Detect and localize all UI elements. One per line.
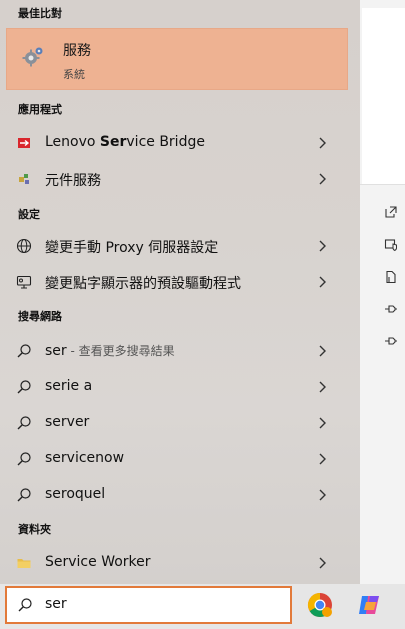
section-apps: 應用程式 [18, 103, 62, 116]
chevron-right-icon[interactable] [316, 135, 330, 151]
run-as-admin-icon[interactable] [384, 238, 398, 252]
search-icon [17, 597, 33, 613]
pin-to-taskbar-icon[interactable] [384, 334, 398, 348]
copilot-icon[interactable] [354, 590, 384, 620]
braille-display-icon [16, 274, 32, 290]
lenovo-icon [16, 135, 32, 151]
section-settings: 設定 [18, 208, 40, 221]
web-result-serie-a[interactable]: serie a [6, 371, 348, 403]
search-icon [16, 487, 32, 503]
app-label: 元件服務 [45, 173, 101, 189]
web-label: seroquel [45, 486, 106, 502]
setting-label: 變更手動 Proxy 伺服器設定 [45, 240, 219, 256]
search-icon [16, 379, 32, 395]
web-label: servicenow [45, 450, 125, 466]
chevron-right-icon[interactable] [316, 343, 330, 359]
chrome-icon[interactable] [305, 590, 335, 620]
best-match-subtitle: 系統 [63, 68, 85, 81]
app-label: Lenovo Service Bridge [45, 134, 205, 150]
chevron-right-icon[interactable] [316, 238, 330, 254]
web-label: serie a [45, 378, 93, 394]
search-icon [16, 415, 32, 431]
folder-icon [16, 555, 32, 571]
web-result-server[interactable]: server [6, 407, 348, 439]
chevron-right-icon[interactable] [316, 555, 330, 571]
open-icon[interactable] [384, 205, 398, 219]
divider [360, 184, 405, 185]
gear-services-icon [21, 45, 45, 69]
app-component-services[interactable]: 元件服務 [6, 163, 348, 195]
best-match-title: 服務 [63, 43, 91, 59]
chevron-right-icon[interactable] [316, 451, 330, 467]
web-result-servicenow[interactable]: servicenow [6, 443, 348, 475]
web-label: ser - 查看更多搜尋結果 [45, 343, 175, 359]
chevron-right-icon[interactable] [316, 487, 330, 503]
preview-header [362, 8, 405, 184]
folder-service-worker[interactable]: Service Worker [6, 547, 348, 579]
chevron-right-icon[interactable] [316, 415, 330, 431]
taskbar: ser [0, 584, 405, 629]
open-file-location-icon[interactable] [384, 270, 398, 284]
folder-label: Service Worker [45, 554, 151, 570]
search-results-panel: 最佳比對 服務 系統 應用程式 Lenovo Service Bridge 元件… [0, 0, 360, 584]
setting-label: 變更點字顯示器的預設驅動程式 [45, 276, 241, 292]
setting-braille-driver[interactable]: 變更點字顯示器的預設驅動程式 [6, 266, 348, 298]
search-icon [16, 343, 32, 359]
web-result-ser[interactable]: ser - 查看更多搜尋結果 [6, 335, 348, 367]
web-label: server [45, 414, 90, 430]
chevron-right-icon[interactable] [316, 171, 330, 187]
chevron-right-icon[interactable] [316, 274, 330, 290]
best-match-services[interactable]: 服務 系統 [6, 28, 348, 90]
search-value: ser [45, 596, 67, 612]
chevron-right-icon[interactable] [316, 379, 330, 395]
setting-proxy[interactable]: 變更手動 Proxy 伺服器設定 [6, 230, 348, 262]
search-icon [16, 451, 32, 467]
preview-pane [360, 0, 405, 584]
section-best-match: 最佳比對 [18, 7, 62, 20]
search-input[interactable]: ser [5, 586, 292, 624]
section-web: 搜尋網路 [18, 310, 62, 323]
globe-icon [16, 238, 32, 254]
pin-to-start-icon[interactable] [384, 302, 398, 316]
section-folders: 資料夾 [18, 523, 51, 536]
app-lenovo-service-bridge[interactable]: Lenovo Service Bridge [6, 127, 348, 159]
web-result-seroquel[interactable]: seroquel [6, 479, 348, 511]
component-services-icon [16, 171, 32, 187]
